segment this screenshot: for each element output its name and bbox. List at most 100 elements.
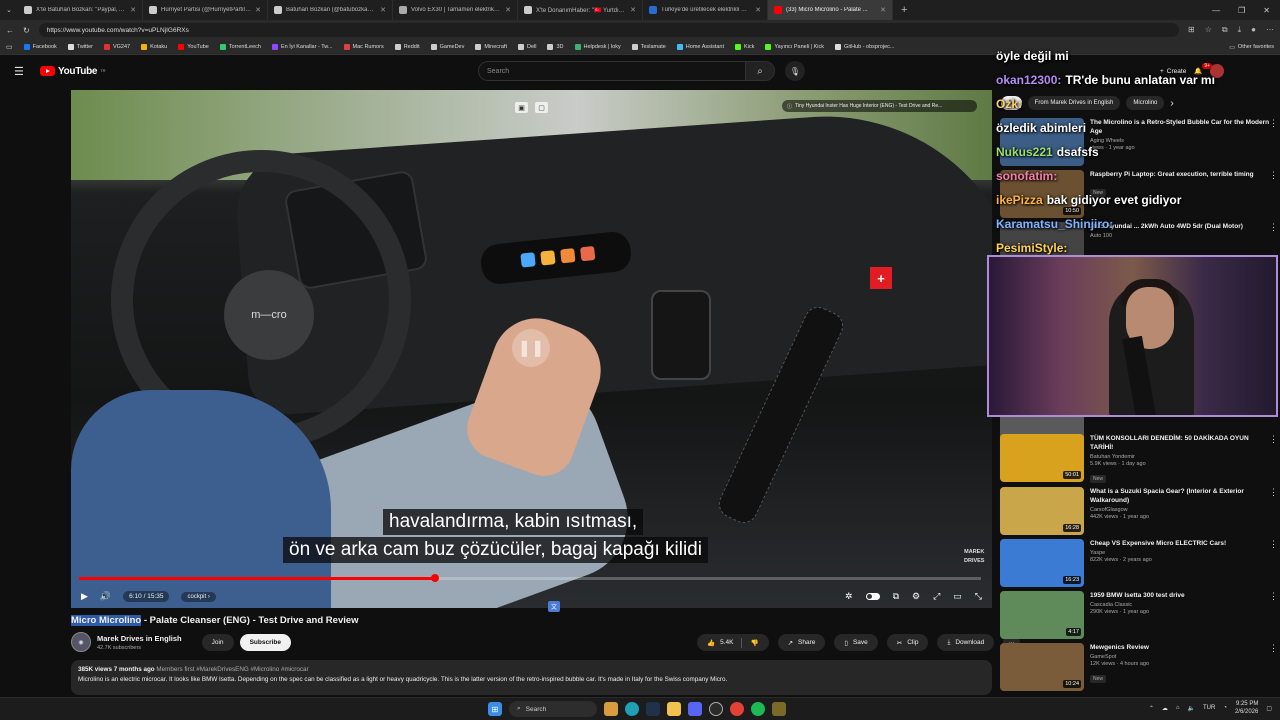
new-tab-icon[interactable]: + xyxy=(893,4,915,16)
profile-icon[interactable]: ● xyxy=(1251,25,1256,35)
bookmark-item[interactable]: Home Assistant xyxy=(676,44,724,50)
recommendation-thumbnail[interactable]: 16:23 xyxy=(1000,539,1084,587)
spotify-icon[interactable] xyxy=(751,702,765,716)
bookmark-item[interactable]: Twitter xyxy=(67,44,93,50)
download-icon[interactable]: ⤓ xyxy=(1238,25,1242,35)
recommendation-menu-icon[interactable]: ⋮ xyxy=(1269,487,1278,498)
back-icon[interactable]: ← xyxy=(6,26,14,35)
browser-tab[interactable]: (33) Micro Microlino - Palate ... ✕ xyxy=(768,0,893,20)
app-icon[interactable] xyxy=(772,702,786,716)
recommendation-item[interactable]: 16:28 What is a Suzuki Spacia Gear? (Inte… xyxy=(1000,487,1280,537)
bookmark-item[interactable]: GameDev xyxy=(430,44,464,50)
pause-overlay-icon[interactable]: ❚❚ xyxy=(512,329,550,367)
expand-icon[interactable]: ⤡ xyxy=(975,591,982,602)
extensions-icon[interactable]: ⧉ xyxy=(1222,25,1228,35)
recommendation-menu-icon[interactable]: ⋮ xyxy=(1269,643,1278,654)
browser-tab[interactable]: Batuhan Bozkan (@batubozkan) / ... ✕ xyxy=(268,0,393,20)
recommendation-channel[interactable]: Cascadia Classic xyxy=(1090,602,1270,608)
widgets-icon[interactable] xyxy=(604,702,618,716)
recommendation-channel[interactable]: GameSpot xyxy=(1090,654,1270,660)
install-app-icon[interactable]: ⊞ xyxy=(1188,25,1195,35)
recommendation-thumbnail[interactable]: 50:01 xyxy=(1000,434,1084,482)
settings-icon[interactable]: ⚙ xyxy=(912,591,920,602)
bookmark-item[interactable]: Kick xyxy=(735,44,754,50)
channel-avatar[interactable]: ◉ xyxy=(71,632,91,652)
cloud-icon[interactable]: ☁ xyxy=(1162,705,1168,712)
fullscreen-icon[interactable]: ⤢ xyxy=(933,591,940,602)
hamburger-menu-icon[interactable]: ☰ xyxy=(14,65,26,78)
close-window-icon[interactable]: ✕ xyxy=(1263,6,1270,15)
voice-search-button[interactable]: 🎙 xyxy=(785,61,805,81)
close-tab-icon[interactable]: ✕ xyxy=(380,6,386,14)
recommendation-title[interactable]: Mewgenics Review xyxy=(1090,643,1270,652)
search-input[interactable]: Search xyxy=(478,61,746,81)
star-icon[interactable]: ☆ xyxy=(1205,25,1212,35)
recommendation-channel[interactable]: CarsofGlasgow xyxy=(1090,507,1270,513)
recommendation-menu-icon[interactable]: ⋮ xyxy=(1269,591,1278,602)
save-button[interactable]: ▯ Save xyxy=(834,634,878,651)
minimize-icon[interactable]: — xyxy=(1212,6,1220,15)
recommendation-menu-icon[interactable]: ⋮ xyxy=(1269,539,1278,550)
thumbs-down-icon[interactable]: 👎 xyxy=(750,639,758,647)
bookmark-item[interactable]: Helpdesk | loky xyxy=(574,44,621,50)
autoplay-icon[interactable]: ✲ xyxy=(845,591,853,602)
recommendation-item[interactable]: 16:23 Cheap VS Expensive Micro ELECTRIC C… xyxy=(1000,539,1280,589)
network-icon[interactable]: ⌂ xyxy=(1176,705,1180,711)
end-card-info[interactable]: ⓘ Tiny Hyundai Inster Has Huge Interior … xyxy=(782,100,977,112)
search-button[interactable]: ⌕ xyxy=(745,61,775,81)
edge-icon[interactable] xyxy=(625,702,639,716)
progress-bar[interactable] xyxy=(79,574,981,582)
like-button[interactable]: 👍 5.4K 👎 xyxy=(697,634,769,651)
bookmark-item[interactable]: TorrentLeech xyxy=(219,44,261,50)
bookmark-folder-icon[interactable]: ▭ xyxy=(6,43,13,51)
clip-button[interactable]: ✂ Clip xyxy=(886,634,929,651)
volume-tray-icon[interactable]: 🔈 xyxy=(1188,705,1195,712)
language-indicator[interactable]: TUR xyxy=(1203,705,1215,711)
maximize-icon[interactable]: ❐ xyxy=(1238,6,1245,15)
autoplay-toggle[interactable] xyxy=(865,593,880,600)
browser-tab[interactable]: Türkiye'de üretilecek elektrikli Hyu... ✕ xyxy=(643,0,768,20)
close-tab-icon[interactable]: ✕ xyxy=(630,6,636,14)
file-explorer-icon[interactable] xyxy=(667,702,681,716)
bookmark-item[interactable]: En İyi Kanallar - Tw... xyxy=(271,44,333,50)
recommendation-title[interactable]: TÜM KONSOLLARI DENEDİM: 50 DAKİKADA OYUN… xyxy=(1090,434,1270,452)
bookmark-item[interactable]: VG247 xyxy=(103,44,130,50)
obs-icon[interactable] xyxy=(709,702,723,716)
recommendation-title[interactable]: What is a Suzuki Spacia Gear? (Interior … xyxy=(1090,487,1270,505)
windows-start-icon[interactable]: ⊞ xyxy=(488,702,502,716)
chapter-button[interactable]: cockpit › xyxy=(181,591,216,602)
wifi-icon[interactable]: ◔ xyxy=(1223,705,1227,711)
recommendation-thumbnail[interactable]: 10:24 xyxy=(1000,643,1084,691)
share-button[interactable]: ↗ Share xyxy=(777,634,826,651)
close-tab-icon[interactable]: ✕ xyxy=(880,6,886,14)
recommendation-menu-icon[interactable]: ⋮ xyxy=(1269,434,1278,445)
browser-tab[interactable]: X'te Batuhan Bozkan: "Paypal, Ap... ✕ xyxy=(18,0,143,20)
tab-menu-icon[interactable]: ⌄ xyxy=(0,6,18,14)
recommendation-item[interactable]: 4:17 1959 BMW Isetta 300 test drive Cascad… xyxy=(1000,591,1280,641)
subscribe-button[interactable]: Subscribe xyxy=(239,633,291,651)
recommendation-thumbnail[interactable]: 16:28 xyxy=(1000,487,1084,535)
video-player[interactable]: m—cro + ▣ ▢ ⓘ Tiny Hyundai Inster Has Hu… xyxy=(71,90,992,608)
translate-icon[interactable]: 文 xyxy=(548,601,560,612)
recommendation-title[interactable]: Cheap VS Expensive Micro ELECTRIC Cars! xyxy=(1090,539,1270,548)
tray-chevron-icon[interactable]: ⌃ xyxy=(1149,705,1154,712)
bookmark-item[interactable]: Reddit xyxy=(394,44,420,50)
chrome-icon[interactable] xyxy=(730,702,744,716)
recommendation-thumbnail[interactable]: 4:17 xyxy=(1000,591,1084,639)
discord-icon[interactable] xyxy=(688,702,702,716)
recommendation-title[interactable]: 1959 BMW Isetta 300 test drive xyxy=(1090,591,1270,600)
youtube-logo[interactable]: YouTube TR xyxy=(40,66,106,77)
bookmark-item[interactable]: YouTube xyxy=(178,44,209,50)
bookmark-item[interactable]: Mac Rumors xyxy=(343,44,384,50)
recommendation-item[interactable]: 50:01 TÜM KONSOLLARI DENEDİM: 50 DAKİKADA… xyxy=(1000,434,1280,484)
clock[interactable]: 9:25 PM 2/6/2026 xyxy=(1235,700,1258,716)
close-tab-icon[interactable]: ✕ xyxy=(755,6,761,14)
recommendation-item[interactable]: 10:24 Mewgenics Review GameSpot 12K views ·… xyxy=(1000,643,1280,693)
cast-icon[interactable]: ▢ xyxy=(535,102,548,113)
volume-icon[interactable]: 🔊 xyxy=(100,591,111,602)
notification-center-icon[interactable]: ▢ xyxy=(1266,705,1272,712)
url-field[interactable]: https://www.youtube.com/watch?v=uPLNjIG6… xyxy=(38,23,1180,37)
recommendation-channel[interactable]: Batuhan Yondemir xyxy=(1090,454,1270,460)
captions-icon[interactable]: ⧉ xyxy=(893,591,899,602)
browser-tab[interactable]: Hürriyet Partisi (@HurriyetPartiIII)... ✕ xyxy=(143,0,268,20)
